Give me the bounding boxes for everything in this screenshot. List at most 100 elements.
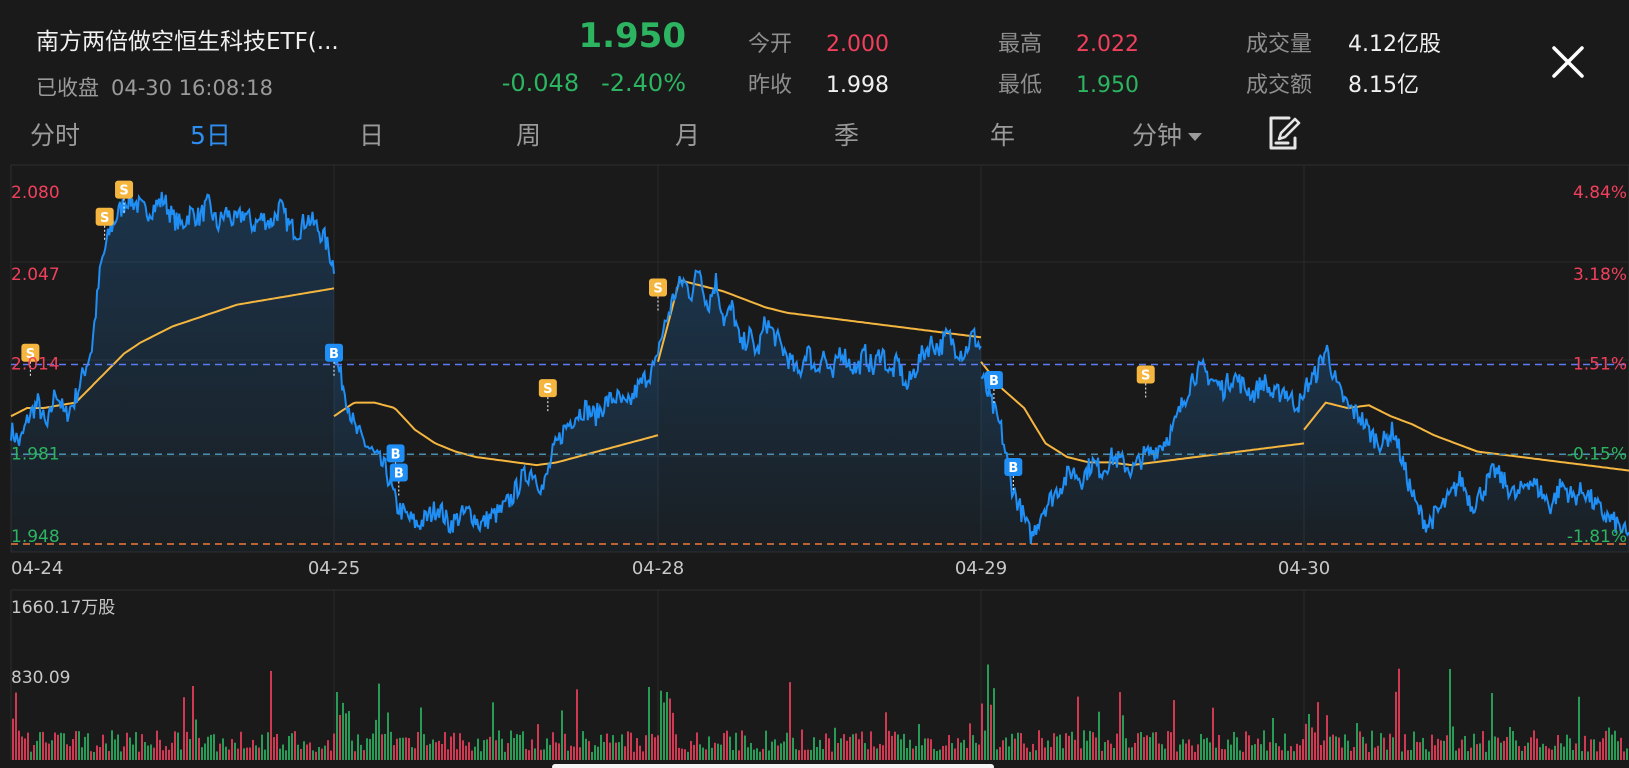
volume-bar bbox=[807, 749, 809, 760]
volume-bar bbox=[681, 748, 683, 760]
volume-bar bbox=[18, 730, 20, 760]
volume-bar bbox=[918, 724, 920, 760]
volume-bar bbox=[1554, 745, 1556, 760]
volume-bar bbox=[1548, 748, 1550, 760]
volume-bar bbox=[612, 735, 614, 760]
volume-bar bbox=[378, 683, 380, 760]
volume-bar bbox=[1215, 747, 1217, 760]
volume-bar bbox=[1029, 751, 1031, 760]
volume-bar bbox=[852, 734, 854, 760]
volume-bar bbox=[1404, 734, 1406, 760]
marker-label: S bbox=[100, 211, 109, 226]
x-label: 04-28 bbox=[632, 558, 684, 579]
volume-bar bbox=[687, 751, 689, 760]
volume-bar bbox=[735, 732, 737, 760]
volume-bar bbox=[939, 749, 941, 760]
volume-bar bbox=[573, 746, 575, 760]
volume-bar bbox=[675, 734, 677, 760]
volume-bar bbox=[237, 748, 239, 760]
volume-bar bbox=[114, 739, 116, 760]
marker-label: B bbox=[1008, 461, 1018, 476]
volume-bar bbox=[963, 739, 965, 760]
volume-bar bbox=[924, 738, 926, 760]
volume-bar bbox=[1101, 750, 1103, 760]
volume-bar bbox=[1308, 714, 1310, 760]
volume-bar bbox=[1107, 740, 1109, 760]
volume-bar bbox=[1266, 750, 1268, 760]
volume-bar bbox=[510, 730, 512, 760]
volume-bar bbox=[255, 745, 257, 760]
volume-bar bbox=[1260, 744, 1262, 760]
volume-bar bbox=[522, 731, 524, 760]
volume-bar bbox=[141, 734, 143, 760]
volume-bar bbox=[1413, 731, 1415, 760]
volume-bar bbox=[759, 751, 761, 760]
volume-bar bbox=[132, 744, 134, 760]
volume-bar bbox=[27, 732, 29, 760]
volume-bar bbox=[975, 742, 977, 760]
volume-bar bbox=[984, 730, 986, 760]
volume-bar bbox=[1221, 749, 1223, 760]
y-label-left: 2.047 bbox=[11, 265, 60, 285]
volume-bar bbox=[1590, 739, 1592, 760]
volume-bar bbox=[576, 689, 578, 760]
volume-bar bbox=[693, 744, 695, 760]
volume-bar bbox=[702, 747, 704, 760]
volume-bar bbox=[276, 733, 278, 760]
volume-bar bbox=[1137, 733, 1139, 760]
volume-bar bbox=[1593, 739, 1595, 760]
volume-bar bbox=[870, 731, 872, 760]
volume-bar bbox=[159, 739, 161, 760]
volume-bar bbox=[651, 733, 653, 760]
volume-bar bbox=[774, 739, 776, 760]
volume-bar bbox=[579, 747, 581, 760]
volume-bar bbox=[1407, 750, 1409, 760]
volume-bar bbox=[1599, 741, 1601, 760]
price-chart[interactable]: SSSBBBSSBBS 2.0802.0472.0141.9811.9484.8… bbox=[0, 0, 1629, 768]
volume-bar bbox=[1314, 732, 1316, 760]
volume-bar bbox=[96, 745, 98, 760]
volume-bar bbox=[12, 718, 14, 760]
volume-bar bbox=[1146, 735, 1148, 760]
volume-bar bbox=[1485, 751, 1487, 760]
marker-label: S bbox=[1141, 369, 1150, 384]
volume-bar bbox=[951, 743, 953, 760]
sell-marker: S bbox=[649, 278, 667, 311]
volume-bar bbox=[1323, 740, 1325, 760]
volume-bar bbox=[30, 751, 32, 760]
volume-bar bbox=[606, 733, 608, 760]
volume-bar bbox=[663, 702, 665, 760]
volume-bar bbox=[1350, 750, 1352, 760]
volume-bar bbox=[1176, 751, 1178, 760]
volume-bar bbox=[234, 742, 236, 760]
volume-bar bbox=[780, 743, 782, 760]
volume-bar bbox=[42, 731, 44, 760]
y-label-left: 1.981 bbox=[11, 444, 60, 464]
volume-bar bbox=[78, 731, 80, 760]
volume-bar bbox=[723, 733, 725, 760]
volume-bar bbox=[585, 738, 587, 760]
volume-bar bbox=[1398, 668, 1400, 760]
volume-bar bbox=[540, 749, 542, 760]
volume-bar bbox=[882, 745, 884, 760]
volume-bar bbox=[1371, 730, 1373, 760]
volume-bar bbox=[1512, 730, 1514, 760]
volume-bar bbox=[426, 745, 428, 760]
volume-bar bbox=[1515, 740, 1517, 760]
volume-bar bbox=[348, 711, 350, 760]
marker-label: S bbox=[543, 382, 552, 397]
volume-bar bbox=[351, 740, 353, 760]
volume-bar bbox=[153, 747, 155, 760]
volume-bar bbox=[1419, 742, 1421, 760]
volume-bar bbox=[1242, 751, 1244, 760]
volume-bar bbox=[1389, 733, 1391, 760]
volume-bar bbox=[417, 732, 419, 760]
volume-bar bbox=[105, 743, 107, 760]
volume-bar bbox=[177, 732, 179, 760]
volume-bar bbox=[99, 747, 101, 760]
volume-bar bbox=[1566, 734, 1568, 760]
volume-bar bbox=[846, 740, 848, 760]
volume-bar bbox=[816, 747, 818, 760]
volume-bar bbox=[195, 719, 197, 760]
volume-bar bbox=[279, 748, 281, 760]
